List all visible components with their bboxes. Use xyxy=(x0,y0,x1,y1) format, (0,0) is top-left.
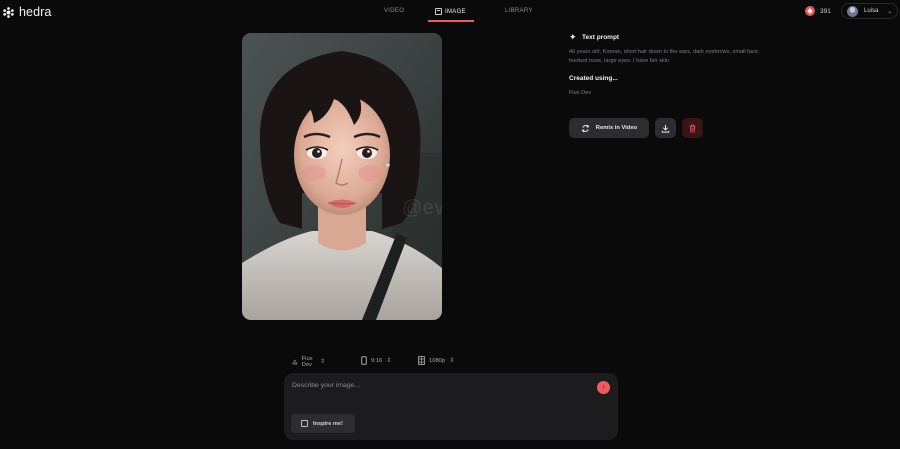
remix-in-video-button[interactable]: Remix in Video xyxy=(569,118,649,138)
updown-icon: ⇕ xyxy=(386,357,392,364)
image-watermark: @eviltwin xyxy=(402,197,442,219)
resolution-select[interactable]: 1080p ⇕ xyxy=(418,356,454,365)
inspire-label: Inspire me! xyxy=(313,420,343,427)
download-button[interactable] xyxy=(655,118,676,138)
active-tab-indicator xyxy=(428,20,474,22)
tab-video[interactable]: VIDEO xyxy=(384,8,404,14)
user-name: Luisa xyxy=(864,8,879,14)
top-nav: VIDEO IMAGE LIBRARY xyxy=(0,0,900,22)
created-heading: Created using... xyxy=(569,75,618,82)
resolution-select-value: 1080p xyxy=(429,357,446,364)
resolution-icon xyxy=(418,356,425,365)
chevron-down-icon: ⌄ xyxy=(887,8,893,15)
prompt-text: 40 years old, Korean, short hair down to… xyxy=(569,49,760,64)
tab-video-label: VIDEO xyxy=(384,8,405,14)
send-icon: ↑ xyxy=(601,383,606,392)
remix-label: Remix in Video xyxy=(595,125,638,131)
model-select-value: Flux Dev xyxy=(301,356,313,368)
trash-icon xyxy=(689,124,696,133)
inspire-me-button[interactable]: Inspire me! xyxy=(291,414,355,433)
prompt-composer: ↑ Inspire me! xyxy=(284,373,618,440)
tab-library[interactable]: LIBRARY xyxy=(505,8,533,14)
dice-icon xyxy=(301,420,308,427)
credits-counter[interactable]: 391 xyxy=(805,6,831,16)
prompt-heading-label: Text prompt xyxy=(582,33,620,41)
model-select[interactable]: Flux Dev ⇕ xyxy=(292,356,325,368)
sparkle-icon: ✦ xyxy=(569,32,577,42)
model-name: Flux Dev xyxy=(569,90,592,96)
updown-icon: ⇕ xyxy=(449,357,455,364)
generated-image[interactable]: @eviltwin xyxy=(242,33,442,320)
avatar xyxy=(847,5,858,17)
details-panel: ✦ Text prompt 40 years old, Korean, shor… xyxy=(569,32,799,138)
updown-icon: ⇕ xyxy=(319,359,325,365)
model-icon xyxy=(292,359,298,365)
aspect-icon xyxy=(361,356,367,365)
portrait-illustration xyxy=(242,33,442,320)
download-icon xyxy=(661,124,670,133)
credit-icon xyxy=(805,6,815,16)
delete-button[interactable] xyxy=(682,118,703,138)
remix-icon xyxy=(581,124,590,132)
image-actions: Remix in Video xyxy=(569,118,703,138)
prompt-input[interactable] xyxy=(292,382,582,389)
tab-image[interactable]: IMAGE xyxy=(435,8,466,15)
credits-value: 391 xyxy=(820,7,831,15)
tab-image-label: IMAGE xyxy=(445,8,466,15)
user-menu[interactable]: Luisa ⌄ xyxy=(841,3,898,19)
image-icon xyxy=(435,8,442,15)
aspect-select-value: 9:16 xyxy=(371,357,383,364)
prompt-heading: ✦ Text prompt xyxy=(569,32,799,42)
aspect-select[interactable]: 9:16 ⇕ xyxy=(361,356,391,365)
tab-library-label: LIBRARY xyxy=(505,8,533,14)
send-button[interactable]: ↑ xyxy=(597,381,610,394)
